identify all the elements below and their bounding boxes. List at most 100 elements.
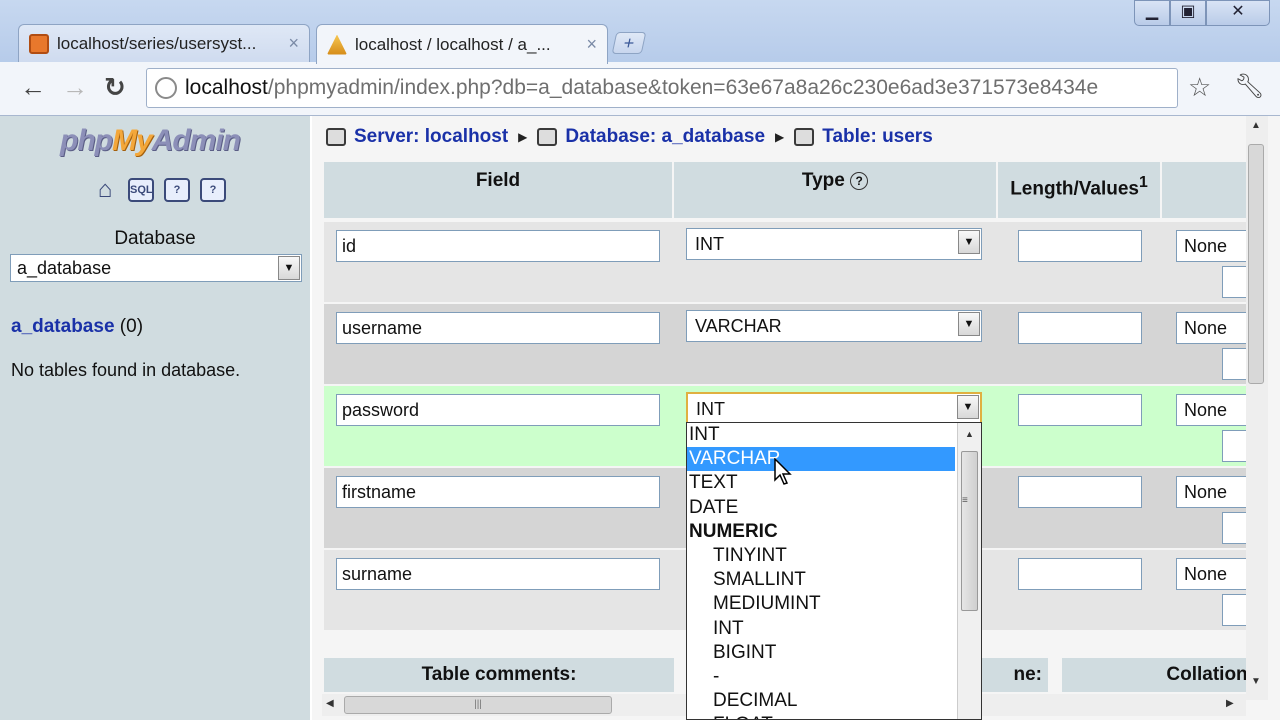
dropdown-option[interactable]: TINYINT	[687, 544, 955, 568]
query-window-icon[interactable]: ?	[164, 178, 190, 202]
type-select[interactable]: INT ▼	[686, 228, 982, 260]
breadcrumb-database[interactable]: Database: a_database	[565, 126, 765, 148]
type-select-value: INT	[696, 399, 725, 419]
dropdown-option[interactable]: DATE	[687, 496, 955, 520]
navigation-frame: phpMyAdmin ⌂ SQL ? ? Database a_database…	[0, 116, 310, 720]
default-select[interactable]: None	[1176, 394, 1256, 426]
dropdown-option[interactable]: BIGINT	[687, 641, 955, 665]
breadcrumb-table[interactable]: Table: users	[822, 126, 933, 148]
default-select[interactable]: None	[1176, 476, 1256, 508]
database-label: Database	[114, 228, 196, 249]
column-header-field: Field	[324, 162, 672, 218]
dropdown-option[interactable]: -	[687, 665, 955, 689]
browser-toolbar: ← → ↻ localhost/phpmyadmin/index.php?db=…	[0, 62, 1280, 116]
dropdown-option[interactable]: DECIMAL	[687, 689, 955, 713]
scroll-up-icon[interactable]: ▲	[1251, 120, 1261, 131]
url-path: /phpmyadmin/index.php?db=a_database&toke…	[267, 76, 1099, 99]
scroll-up-icon[interactable]: ▲	[965, 429, 974, 439]
chevron-down-icon[interactable]: ▼	[958, 312, 980, 336]
help-icon[interactable]: ?	[850, 171, 869, 190]
default-select[interactable]: None	[1176, 558, 1256, 590]
nav-icon-bar: ⌂ SQL ? ?	[92, 178, 226, 202]
dropdown-option[interactable]: INT	[687, 617, 955, 641]
dropdown-option[interactable]: FLOAT	[687, 713, 955, 719]
mouse-cursor-icon	[774, 458, 792, 485]
vertical-scrollbar[interactable]: ▲ ▼	[1246, 116, 1268, 700]
dropdown-option[interactable]: MEDIUMINT	[687, 592, 955, 616]
back-arrow-icon[interactable]: ←	[20, 74, 46, 100]
dropdown-option[interactable]: VARCHAR	[687, 447, 955, 472]
breadcrumb-server[interactable]: Server: localhost	[354, 126, 508, 148]
table-row: username VARCHAR ▼ None	[324, 304, 1256, 384]
field-name-input[interactable]: password	[336, 394, 660, 426]
maximize-button[interactable]: ▣	[1170, 0, 1206, 26]
default-select[interactable]: None	[1176, 312, 1256, 344]
chevron-down-icon[interactable]: ▼	[958, 230, 980, 254]
field-name-input[interactable]: username	[336, 312, 660, 344]
scrollbar-thumb[interactable]: |||	[344, 696, 612, 714]
xampp-favicon-icon	[29, 33, 49, 54]
page-info-icon[interactable]	[155, 77, 177, 99]
database-link-line: a_database (0)	[11, 316, 143, 338]
footnote-marker: 1	[1139, 174, 1148, 191]
type-select[interactable]: INT ▼	[686, 392, 982, 424]
database-select-value: a_database	[17, 258, 112, 278]
breadcrumb: Server: localhost ▶ Database: a_database…	[326, 126, 933, 148]
address-bar[interactable]: localhost/phpmyadmin/index.php?db=a_data…	[146, 68, 1178, 108]
logo-admin: Admin	[151, 124, 241, 157]
default-select[interactable]: None	[1176, 230, 1256, 262]
tab-usersystem[interactable]: localhost/series/usersyst... ×	[18, 24, 310, 62]
tab-label: localhost / localhost / a_...	[355, 34, 551, 54]
field-name-input[interactable]: surname	[336, 558, 660, 590]
forward-arrow-icon[interactable]: →	[62, 74, 88, 100]
url-host: localhost	[185, 76, 268, 99]
column-header-type: Type ?	[674, 162, 996, 218]
tab-close-icon[interactable]: ×	[288, 33, 299, 54]
length-input[interactable]	[1018, 230, 1142, 262]
scrollbar-thumb[interactable]	[961, 451, 978, 611]
scroll-left-icon[interactable]: ◀	[326, 698, 334, 709]
database-link[interactable]: a_database	[11, 316, 115, 337]
breadcrumb-separator-icon: ▶	[775, 130, 785, 144]
new-tab-button[interactable]: +	[611, 32, 647, 54]
tab-close-icon[interactable]: ×	[586, 34, 597, 55]
pma-favicon-icon	[327, 34, 347, 55]
chevron-down-icon[interactable]: ▼	[957, 395, 979, 419]
wrench-icon[interactable]: 🔧︎	[1234, 72, 1264, 101]
table-icon	[794, 128, 815, 146]
length-input[interactable]	[1018, 476, 1142, 508]
length-input[interactable]	[1018, 312, 1142, 344]
tab-phpmyadmin[interactable]: localhost / localhost / a_... ×	[316, 24, 608, 64]
sql-icon[interactable]: SQL	[128, 178, 154, 202]
dropdown-option[interactable]: SMALLINT	[687, 568, 955, 592]
length-input[interactable]	[1018, 394, 1142, 426]
minimize-button[interactable]: ▁	[1134, 0, 1170, 26]
type-dropdown-list[interactable]: INT VARCHAR TEXT DATE NUMERIC TINYINT SMALLINT…	[686, 422, 982, 720]
dropdown-scrollbar[interactable]: ▲ ≡	[957, 423, 981, 719]
reload-icon[interactable]: ↻	[104, 74, 126, 100]
home-icon[interactable]: ⌂	[92, 178, 118, 202]
table-count: (0)	[119, 316, 144, 337]
scroll-down-icon[interactable]: ▼	[1251, 676, 1261, 687]
phpmyadmin-logo[interactable]: phpMyAdmin	[60, 124, 241, 158]
field-name-input[interactable]: id	[336, 230, 660, 262]
logo-my: My	[111, 124, 153, 157]
scroll-right-icon[interactable]: ▶	[1226, 698, 1234, 709]
database-select[interactable]: a_database ▼	[10, 254, 302, 282]
dropdown-option[interactable]: INT	[687, 423, 955, 447]
logo-php: php	[60, 124, 113, 157]
chevron-down-icon[interactable]: ▼	[278, 256, 300, 280]
dropdown-option[interactable]: TEXT	[687, 471, 955, 495]
scrollbar-thumb[interactable]	[1248, 144, 1264, 384]
tab-label: localhost/series/usersyst...	[57, 33, 257, 53]
documentation-icon[interactable]: ?	[200, 178, 226, 202]
dropdown-optgroup: NUMERIC	[689, 520, 778, 542]
field-name-input[interactable]: firstname	[336, 476, 660, 508]
browser-titlebar: localhost/series/usersyst... × localhost…	[0, 0, 1280, 64]
type-select[interactable]: VARCHAR ▼	[686, 310, 982, 342]
server-icon	[326, 128, 346, 146]
bookmark-star-icon[interactable]: ☆	[1188, 72, 1211, 103]
close-window-button[interactable]: ✕	[1206, 0, 1270, 26]
table-comments-label: Table comments:	[324, 658, 674, 692]
length-input[interactable]	[1018, 558, 1142, 590]
